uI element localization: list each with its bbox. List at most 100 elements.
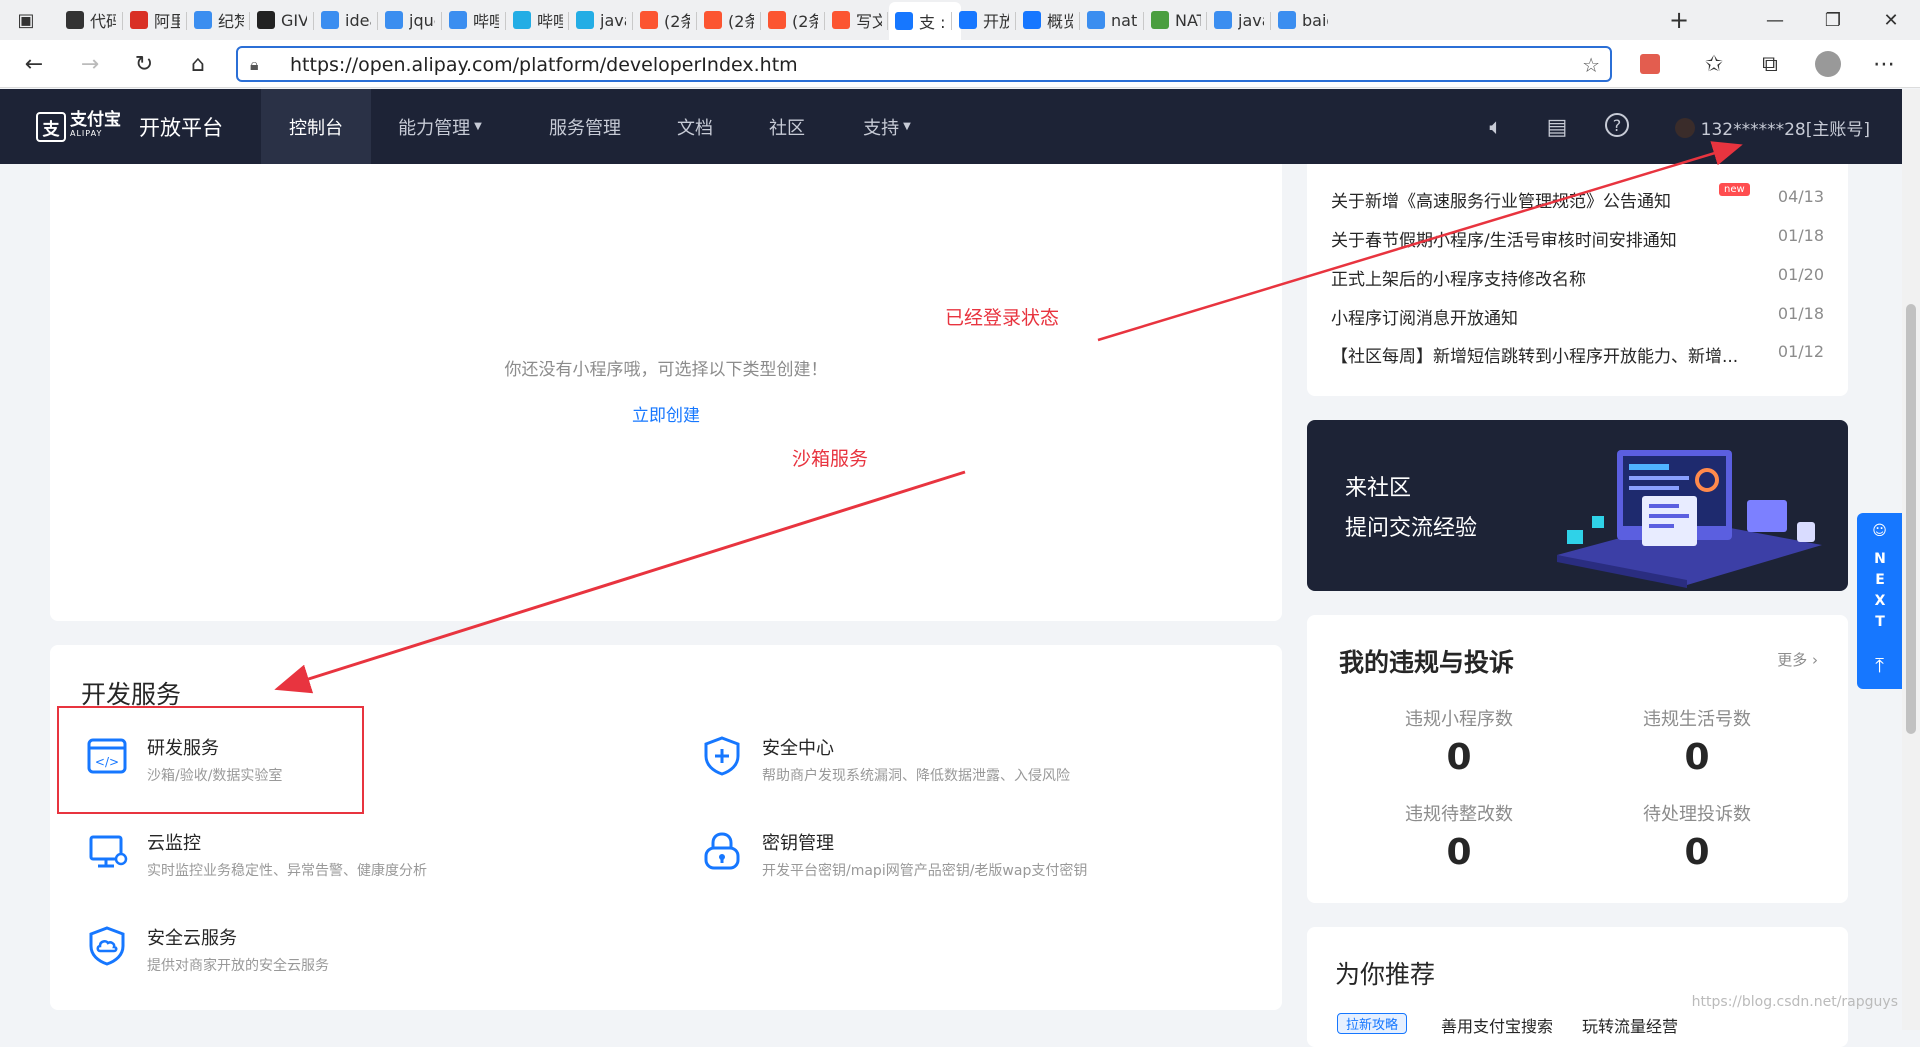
menu-label: 文档	[677, 117, 713, 139]
browser-tab[interactable]: 代码	[60, 4, 122, 36]
maximize-button[interactable]: ❐	[1804, 0, 1862, 40]
browser-tab[interactable]: 哔哩	[443, 4, 505, 36]
new-tab-button[interactable]: +	[1654, 0, 1704, 40]
address-bar[interactable]: 🔒︎ https://open.alipay.com/platform/deve…	[236, 46, 1612, 82]
browser-tab[interactable]: jquer	[379, 4, 441, 36]
back-button[interactable]: ←	[16, 46, 52, 82]
menu-service[interactable]: 服务管理	[535, 89, 635, 164]
alipay-logo[interactable]: 支 支付宝 ALIPAY 开放平台	[36, 111, 223, 143]
recommend-tab[interactable]: 善用支付宝搜索	[1441, 1013, 1553, 1037]
notice-title: 【社区每周】新增短信跳转到小程序开放能力、新增...	[1331, 347, 1739, 367]
tab-label: 支 :	[919, 13, 946, 32]
tab-label: 开放	[983, 12, 1009, 31]
bing-icon	[321, 11, 339, 29]
menu-support[interactable]: 支持 ▼	[852, 89, 922, 164]
stat-violating-miniprograms[interactable]: 违规小程序数 0	[1369, 705, 1549, 778]
next-widget[interactable]: ☺ N E X T ⤒	[1857, 513, 1902, 689]
site-header: 支 支付宝 ALIPAY 开放平台 控制台 能力管理 ▼ 服务管理 文档 社区 支持…	[0, 89, 1920, 164]
menu-label: 服务管理	[549, 117, 621, 139]
browser-tab[interactable]: 纪梵	[188, 4, 250, 36]
browser-tab[interactable]: javaE	[570, 4, 632, 36]
caret-down-icon: ▼	[903, 121, 911, 132]
close-window-button[interactable]: ✕	[1862, 0, 1920, 40]
service-name: 安全云服务	[147, 928, 237, 949]
service-security-center[interactable]: 安全中心 帮助商户发现系统漏洞、降低数据泄露、入侵风险	[700, 730, 1260, 794]
menu-docs[interactable]: 文档	[665, 89, 725, 164]
service-key-management[interactable]: 密钥管理 开发平台密钥/mapi网管产品密钥/老版wap支付密钥	[700, 825, 1260, 889]
more-menu-icon[interactable]: ⋯	[1866, 46, 1902, 82]
browser-tab[interactable]: nata	[1081, 4, 1143, 36]
tab-separator	[313, 12, 314, 30]
stat-pending-complaints[interactable]: 待处理投诉数 0	[1607, 800, 1787, 873]
bing-icon	[449, 11, 467, 29]
tab-label: java.	[1238, 10, 1264, 30]
lock-icon: 🔒︎	[250, 55, 259, 74]
home-button[interactable]: ⌂	[180, 46, 216, 82]
window-menu-icon[interactable]: ▣	[6, 0, 46, 40]
recommend-title: 为你推荐	[1335, 960, 1436, 989]
tab-label: 哔哩	[473, 12, 499, 31]
reload-button[interactable]: ↻	[126, 46, 162, 82]
recommend-tab[interactable]: 拉新攻略	[1337, 1013, 1408, 1034]
browser-tab[interactable]: 写文	[826, 4, 888, 36]
tab-separator	[632, 12, 633, 30]
favorites-icon[interactable]: ✩	[1696, 46, 1732, 82]
tab-separator	[1270, 12, 1271, 30]
notice-item[interactable]: 小程序订阅消息开放通知 01/18	[1331, 304, 1824, 334]
account-menu[interactable]: 132******28[主账号]	[1674, 115, 1870, 140]
browser-tab[interactable]: 开放	[953, 4, 1015, 36]
recommend-tab[interactable]: 玩转流量经营	[1582, 1013, 1678, 1037]
stat-label: 违规待整改数	[1405, 804, 1513, 825]
add-favorite-icon[interactable]: ☆	[1582, 53, 1600, 77]
browser-tab[interactable]: (2条	[634, 4, 696, 36]
notice-date: 01/18	[1777, 304, 1824, 323]
notice-item[interactable]: 关于新增《高速服务行业管理规范》公告通知 new 04/13	[1331, 183, 1824, 217]
menu-console[interactable]: 控制台	[261, 89, 371, 164]
notice-item[interactable]: 【社区每周】新增短信跳转到小程序开放能力、新增... 01/12	[1331, 342, 1824, 372]
caret-down-icon: ▼	[474, 121, 482, 132]
community-banner[interactable]: 来社区 提问交流经验	[1307, 420, 1848, 591]
collections-icon[interactable]: ⧉	[1752, 46, 1788, 82]
stat-pending-rectification[interactable]: 违规待整改数 0	[1369, 800, 1549, 873]
browser-tab[interactable]: 阿里	[124, 4, 186, 36]
bilibili-icon	[513, 11, 531, 29]
profile-avatar[interactable]	[1810, 46, 1846, 82]
browser-tab[interactable]: 概览	[1017, 4, 1079, 36]
forward-button[interactable]: →	[72, 46, 108, 82]
service-cloud-monitor[interactable]: 云监控 实时监控业务稳定性、异常告警、健康度分析	[85, 825, 645, 889]
notice-item[interactable]: 关于春节假期小程序/生活号审核时间安排通知 01/18	[1331, 226, 1824, 256]
minimize-button[interactable]: —	[1746, 0, 1804, 40]
tab-separator	[1143, 12, 1144, 30]
browser-tab[interactable]: (2条	[762, 4, 824, 36]
menu-community[interactable]: 社区	[757, 89, 817, 164]
annotation-logged-in: 已经登录状态	[945, 307, 1060, 329]
tab-label: idea	[345, 10, 371, 30]
notice-title: 正式上架后的小程序支持修改名称	[1331, 270, 1586, 290]
help-icon[interactable]: ?	[1605, 113, 1629, 137]
scrollbar-thumb[interactable]	[1906, 304, 1916, 734]
browser-tab[interactable]: java.	[1208, 4, 1270, 36]
browser-tab[interactable]: idea	[315, 4, 377, 36]
ticket-icon[interactable]: ▤	[1543, 113, 1571, 141]
notice-item[interactable]: 正式上架后的小程序支持修改名称 01/20	[1331, 265, 1824, 295]
extension-icon[interactable]	[1632, 46, 1668, 82]
browser-tab[interactable]: (2条	[698, 4, 760, 36]
create-now-link[interactable]: 立即创建	[632, 406, 700, 426]
back-to-top-icon[interactable]: ⤒	[1857, 653, 1902, 677]
browser-tab[interactable]: 哔哩	[507, 4, 569, 36]
more-link[interactable]: 更多 ›	[1777, 649, 1818, 670]
page-scrollbar[interactable]	[1902, 89, 1920, 1030]
stat-violating-lifeaccounts[interactable]: 违规生活号数 0	[1607, 705, 1787, 778]
browser-tab[interactable]: GIVE	[251, 4, 313, 36]
speaker-icon[interactable]: 🔈︎	[1482, 113, 1510, 141]
browser-tab[interactable]: baidu	[1272, 4, 1334, 36]
service-security-cloud[interactable]: 安全云服务 提供对商家开放的安全云服务	[85, 920, 645, 984]
chevron-right-icon: ›	[1807, 651, 1818, 669]
browser-tab[interactable]: NAT/	[1145, 4, 1207, 36]
bing-icon	[1278, 11, 1296, 29]
browser-tab-bar: ▣ 代码 阿里 纪梵 GIVE idea jquer 哔哩 哔哩 javaE (2条 (2条 (2条 写…	[0, 0, 1920, 40]
tab-separator	[1079, 12, 1080, 30]
menu-capability[interactable]: 能力管理 ▼	[390, 89, 490, 164]
shield-plus-icon	[704, 736, 740, 776]
alipay-logo-icon: 支	[36, 112, 66, 142]
